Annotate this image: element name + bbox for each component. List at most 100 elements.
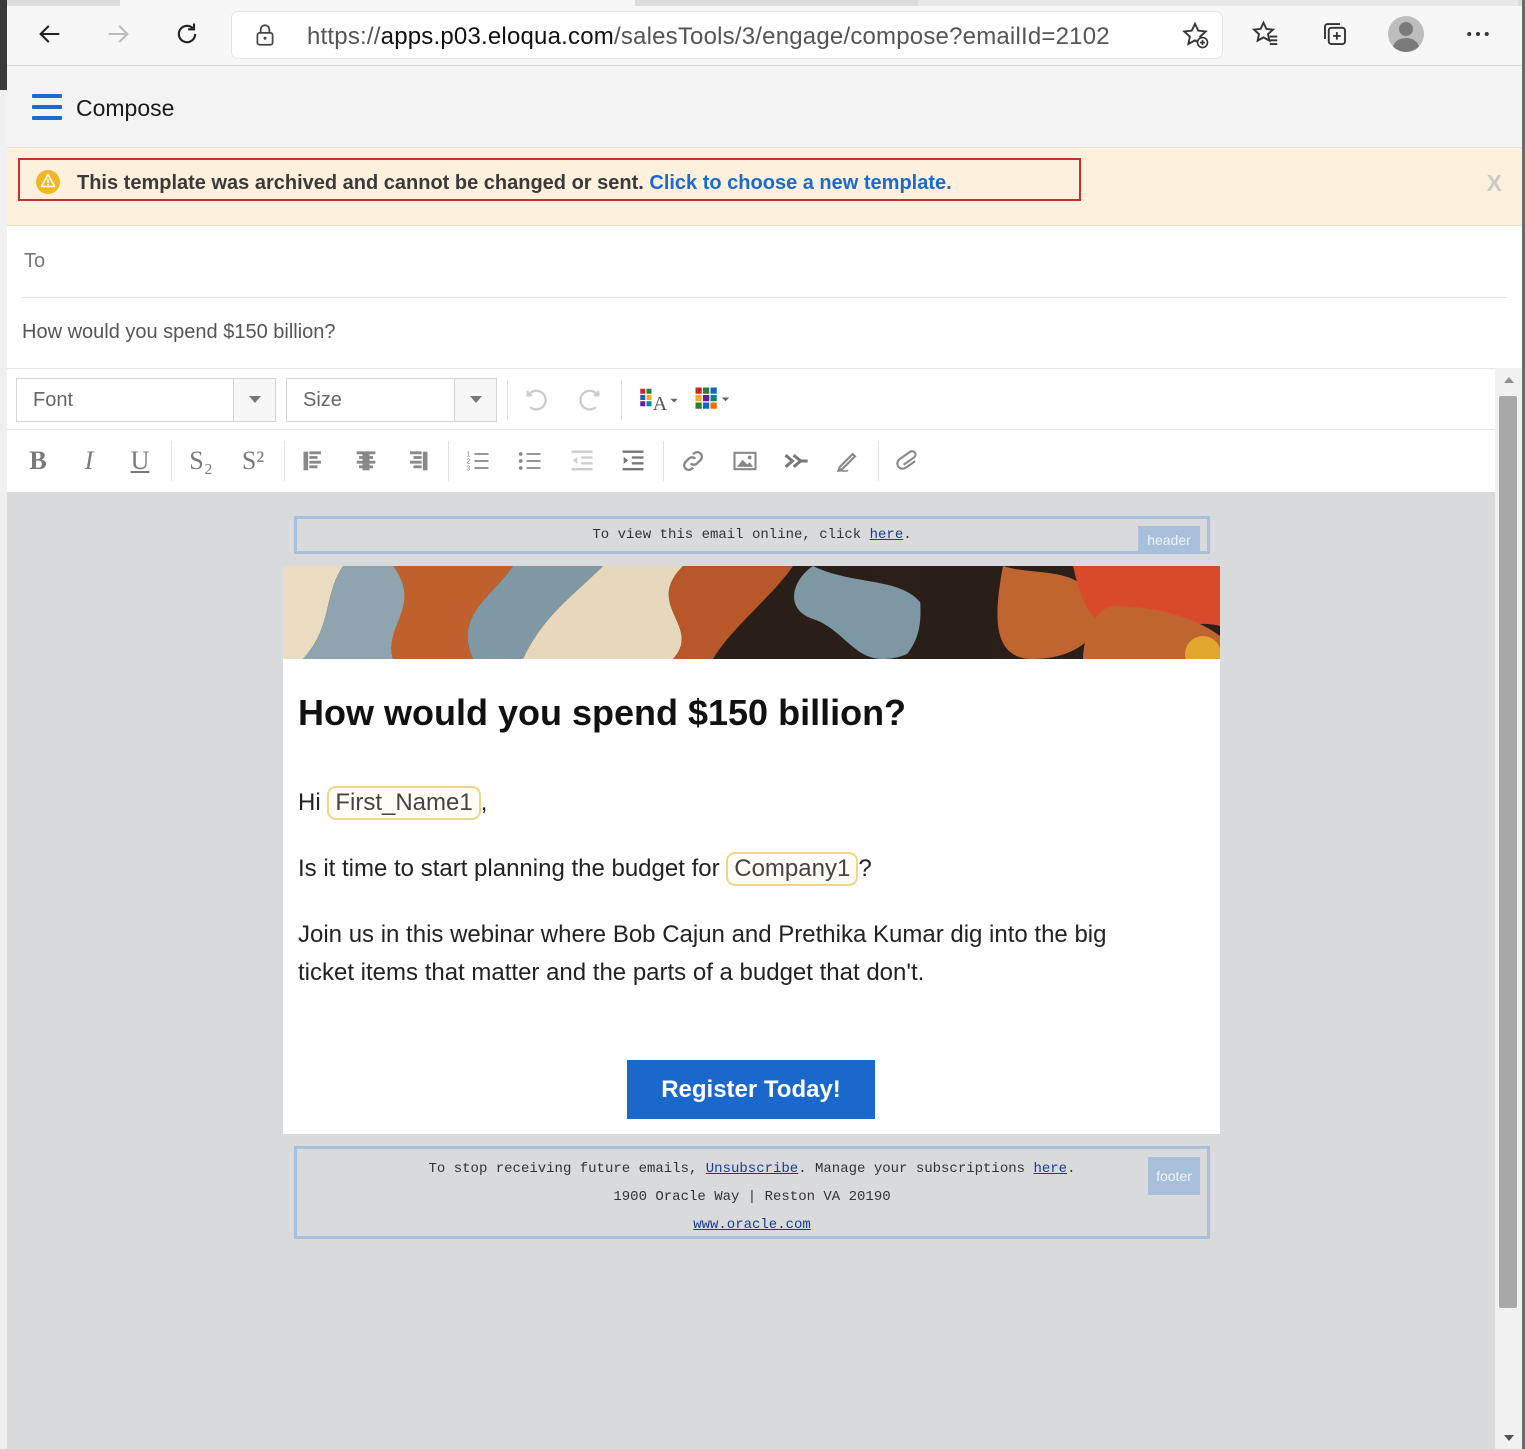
url-host: apps.p03.eloqua.com <box>380 23 614 50</box>
superscript-button[interactable]: S² <box>233 441 273 481</box>
manage-subscriptions-link[interactable]: here <box>1033 1161 1067 1177</box>
indent-button[interactable] <box>613 441 653 481</box>
webinar-paragraph: Join us in this webinar where Bob Cajun … <box>298 921 1107 986</box>
align-right-icon <box>410 451 428 471</box>
avatar-head <box>1399 22 1413 36</box>
toolbar-separator <box>171 441 172 481</box>
arrow-left-icon <box>39 25 60 43</box>
budget-paragraph: Is it time to start planning the budget … <box>298 850 872 888</box>
toolbar-separator <box>507 380 508 420</box>
background-color-button[interactable] <box>691 380 735 420</box>
url-prefix: https:// <box>307 23 381 50</box>
tab-strip <box>0 0 1525 6</box>
choose-template-link[interactable]: Click to choose a new template. <box>649 172 951 194</box>
subscript-button[interactable]: S₂ <box>181 441 221 481</box>
attach-button[interactable] <box>889 441 929 481</box>
to-field[interactable]: To <box>7 226 1522 298</box>
undo-icon <box>526 389 547 411</box>
align-right-button[interactable] <box>397 441 437 481</box>
insert-image-button[interactable] <box>725 441 765 481</box>
insert-signature-button[interactable] <box>776 441 816 481</box>
numbered-list-button[interactable]: 123 <box>458 441 498 481</box>
forward-arrows-icon <box>784 454 808 468</box>
url-text[interactable]: https://apps.p03.eloqua.com/salesTools/3… <box>307 23 1110 51</box>
scroll-up-arrow-icon[interactable] <box>1504 377 1514 383</box>
editor-scrollbar[interactable] <box>1495 368 1522 1449</box>
chevron-down-icon[interactable] <box>454 379 496 421</box>
undo-button[interactable] <box>517 380 557 420</box>
footer-manage-text: . Manage your subscriptions <box>798 1161 1026 1177</box>
add-favorite-icon[interactable] <box>1180 20 1210 50</box>
outdent-icon <box>571 450 593 471</box>
scroll-down-arrow-icon[interactable] <box>1504 1435 1514 1441</box>
font-select-value: Font <box>33 389 74 411</box>
reload-button[interactable] <box>167 14 207 54</box>
profile-avatar[interactable] <box>1388 16 1424 52</box>
editor-toolbar-top: Font Size A <box>7 368 1495 430</box>
subject-field[interactable]: How would you spend $150 billion? <box>7 298 1522 368</box>
font-select[interactable]: Font <box>16 378 276 422</box>
footer-text: To stop receiving future emails, Unsubsc… <box>297 1155 1207 1239</box>
footer-address: 1900 Oracle Way | Reston VA 20190 <box>613 1189 891 1205</box>
align-center-button[interactable] <box>346 441 386 481</box>
app-header: Compose <box>7 66 1522 148</box>
view-online-link[interactable]: here <box>870 527 904 543</box>
page-title: Compose <box>76 95 175 121</box>
more-menu-button[interactable] <box>1458 14 1498 54</box>
align-left-button[interactable] <box>294 441 334 481</box>
hamburger-menu-icon[interactable] <box>32 93 64 121</box>
register-today-button[interactable]: Register Today! <box>627 1060 875 1119</box>
company-field-merge[interactable]: Company1 <box>726 852 859 886</box>
text-color-button[interactable]: A <box>637 380 681 420</box>
underline-button[interactable]: U <box>120 441 160 481</box>
bullet-list-button[interactable] <box>510 441 550 481</box>
chevron-down-icon[interactable] <box>233 379 275 421</box>
unsubscribe-link[interactable]: Unsubscribe <box>706 1161 798 1177</box>
redo-button[interactable] <box>569 380 609 420</box>
bold-button[interactable]: B <box>18 441 58 481</box>
paperclip-icon <box>896 450 917 470</box>
browser-toolbar: https://apps.p03.eloqua.com/salesTools/3… <box>0 0 1525 66</box>
email-footer-region[interactable]: To stop receiving future emails, Unsubsc… <box>294 1146 1210 1239</box>
banner-close-button[interactable]: X <box>1487 170 1502 197</box>
tab-active[interactable] <box>120 0 635 6</box>
subject-value: How would you spend $150 billion? <box>22 321 336 343</box>
toolbar-separator <box>448 441 449 481</box>
underline-icon: U <box>130 446 150 475</box>
italic-button[interactable]: I <box>69 441 109 481</box>
toolbar-separator <box>878 441 879 481</box>
outdent-button[interactable] <box>562 441 602 481</box>
banner-message-box: This template was archived and cannot be… <box>18 158 1081 201</box>
image-icon <box>733 451 757 471</box>
collections-icon <box>1324 23 1346 45</box>
back-button[interactable] <box>30 14 70 54</box>
favorites-button[interactable] <box>1246 14 1286 54</box>
svg-text:2: 2 <box>466 458 470 465</box>
collections-button[interactable] <box>1315 14 1355 54</box>
tab-inactive[interactable] <box>918 0 1518 6</box>
background-color-icon <box>695 387 730 409</box>
first-name-field-merge[interactable]: First_Name1 <box>327 786 481 820</box>
italic-icon: I <box>84 446 94 475</box>
email-header-region[interactable]: To view this email online, click here. h… <box>294 516 1210 554</box>
svg-text:A: A <box>653 393 668 415</box>
oracle-site-link[interactable]: www.oracle.com <box>693 1217 811 1233</box>
email-editor-canvas[interactable]: To view this email online, click here. h… <box>7 492 1495 1449</box>
banner-message: This template was archived and cannot be… <box>77 172 644 194</box>
editor-toolbar-bottom: B I U S₂ S² 123 <box>7 430 1495 492</box>
footer-region-tag: footer <box>1148 1157 1200 1195</box>
insert-link-button[interactable] <box>673 441 713 481</box>
pen-icon <box>837 452 857 473</box>
forward-button[interactable] <box>98 14 138 54</box>
size-select[interactable]: Size <box>286 378 497 422</box>
view-online-text: To view this email online, click here. <box>592 527 912 543</box>
email-headline: How would you spend $150 billion? <box>298 692 907 733</box>
edit-source-button[interactable] <box>828 441 868 481</box>
lock-icon[interactable] <box>252 22 278 48</box>
url-path: /salesTools/3/engage/compose?emailId=210… <box>613 23 1110 50</box>
scrollbar-thumb[interactable] <box>1499 396 1517 1308</box>
address-bar[interactable]: https://apps.p03.eloqua.com/salesTools/3… <box>232 12 1222 58</box>
footer-unsubscribe-line: To stop receiving future emails, Unsubsc… <box>428 1161 1076 1177</box>
toolbar-separator <box>663 441 664 481</box>
email-body[interactable]: How would you spend $150 billion? Hi Fir… <box>283 566 1220 1134</box>
